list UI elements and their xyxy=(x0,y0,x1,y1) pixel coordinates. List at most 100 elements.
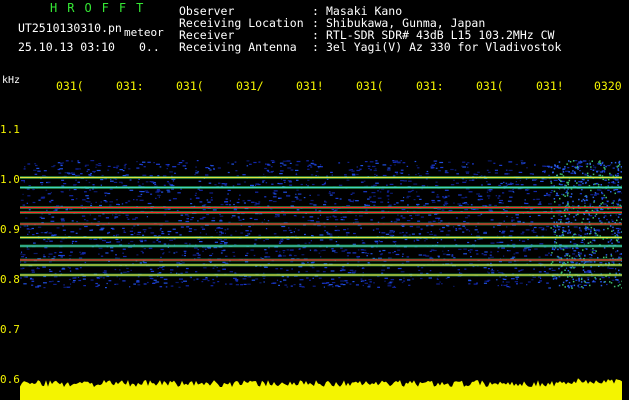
noise-pixel xyxy=(594,183,596,185)
noise-pixel xyxy=(296,179,299,181)
noise-pixel xyxy=(440,239,443,241)
noise-pixel xyxy=(454,239,456,241)
noise-pixel xyxy=(620,166,622,168)
carrier-line xyxy=(20,186,622,189)
noise-pixel xyxy=(279,162,284,164)
noise-pixel xyxy=(216,266,218,269)
noise-pixel xyxy=(67,172,70,174)
noise-pixel xyxy=(368,279,372,281)
noise-pixel xyxy=(589,203,592,205)
noise-pixel xyxy=(561,231,564,234)
noise-pixel xyxy=(417,167,420,169)
noise-pixel xyxy=(483,232,487,234)
noise-pixel xyxy=(462,181,467,183)
noise-pixel xyxy=(69,195,74,197)
noise-pixel xyxy=(275,214,277,216)
noise-pixel xyxy=(618,269,620,272)
noise-pixel xyxy=(416,203,420,206)
noise-pixel xyxy=(413,239,415,241)
noise-pixel xyxy=(553,225,555,227)
noise-pixel xyxy=(469,249,473,251)
noise-pixel xyxy=(305,184,307,186)
noise-pixel xyxy=(227,228,229,230)
noise-pixel xyxy=(299,248,301,250)
noise-pixel xyxy=(326,231,329,233)
noise-pixel xyxy=(312,160,314,162)
noise-pixel xyxy=(331,192,335,194)
noise-pixel xyxy=(569,266,572,269)
noise-pixel xyxy=(43,287,46,289)
noise-pixel xyxy=(218,239,222,241)
noise-pixel xyxy=(568,220,570,223)
noise-pixel xyxy=(486,280,490,282)
noise-pixel xyxy=(610,191,612,193)
noise-pixel xyxy=(363,191,368,193)
noise-pixel xyxy=(373,195,376,197)
noise-pixel xyxy=(272,196,277,198)
noise-pixel xyxy=(72,281,75,283)
noise-pixel xyxy=(360,227,362,229)
noise-pixel xyxy=(331,248,334,250)
noise-pixel xyxy=(209,169,212,171)
time-tick: 031: xyxy=(416,79,444,93)
noise-pixel xyxy=(554,229,557,232)
noise-pixel xyxy=(435,181,438,183)
noise-pixel xyxy=(102,239,106,242)
noise-pixel xyxy=(89,214,91,216)
noise-pixel xyxy=(390,279,395,281)
noise-pixel xyxy=(335,197,339,199)
noise-pixel xyxy=(354,270,357,272)
noise-pixel xyxy=(387,190,390,192)
noise-pixel xyxy=(354,221,359,223)
noise-pixel xyxy=(579,170,581,172)
noise-pixel xyxy=(81,215,86,217)
noise-pixel xyxy=(578,277,580,280)
noise-pixel xyxy=(85,195,89,197)
carrier-line xyxy=(20,176,622,179)
noise-pixel xyxy=(262,181,264,183)
noise-pixel xyxy=(81,253,86,255)
noise-pixel xyxy=(240,232,244,234)
noise-pixel xyxy=(123,230,125,232)
noise-pixel xyxy=(476,282,478,284)
noise-pixel xyxy=(282,163,284,165)
noise-pixel xyxy=(167,191,171,193)
noise-pixel xyxy=(614,232,616,234)
noise-pixel xyxy=(183,250,187,252)
noise-pixel xyxy=(409,215,412,217)
noise-pixel xyxy=(486,181,488,183)
noise-pixel xyxy=(410,217,413,220)
noise-pixel xyxy=(96,277,101,279)
noise-pixel xyxy=(303,197,306,199)
noise-pixel xyxy=(532,173,534,175)
noise-pixel xyxy=(79,228,82,230)
noise-pixel xyxy=(539,202,541,204)
noise-pixel xyxy=(377,190,379,192)
noise-pixel xyxy=(137,195,142,197)
noise-pixel xyxy=(185,271,187,273)
noise-pixel xyxy=(386,191,389,193)
noise-pixel xyxy=(234,161,237,163)
noise-pixel xyxy=(105,287,107,289)
noise-pixel xyxy=(335,241,338,243)
noise-pixel xyxy=(387,198,390,200)
noise-pixel xyxy=(464,196,468,198)
noise-pixel xyxy=(189,243,191,245)
noise-pixel xyxy=(109,201,113,203)
noise-pixel xyxy=(114,268,117,271)
noise-pixel xyxy=(573,267,575,269)
noise-pixel xyxy=(465,229,469,231)
noise-pixel xyxy=(159,286,163,288)
noise-pixel xyxy=(270,166,273,168)
noise-pixel xyxy=(320,256,322,258)
noise-pixel xyxy=(444,172,449,174)
noise-pixel xyxy=(377,286,380,288)
noise-pixel xyxy=(355,200,359,202)
noise-pixel xyxy=(374,240,378,242)
noise-pixel xyxy=(589,241,592,243)
noise-pixel xyxy=(382,164,387,166)
noise-pixel xyxy=(143,248,146,250)
noise-pixel xyxy=(611,202,613,204)
noise-pixel xyxy=(506,184,508,186)
noise-pixel xyxy=(534,164,536,166)
